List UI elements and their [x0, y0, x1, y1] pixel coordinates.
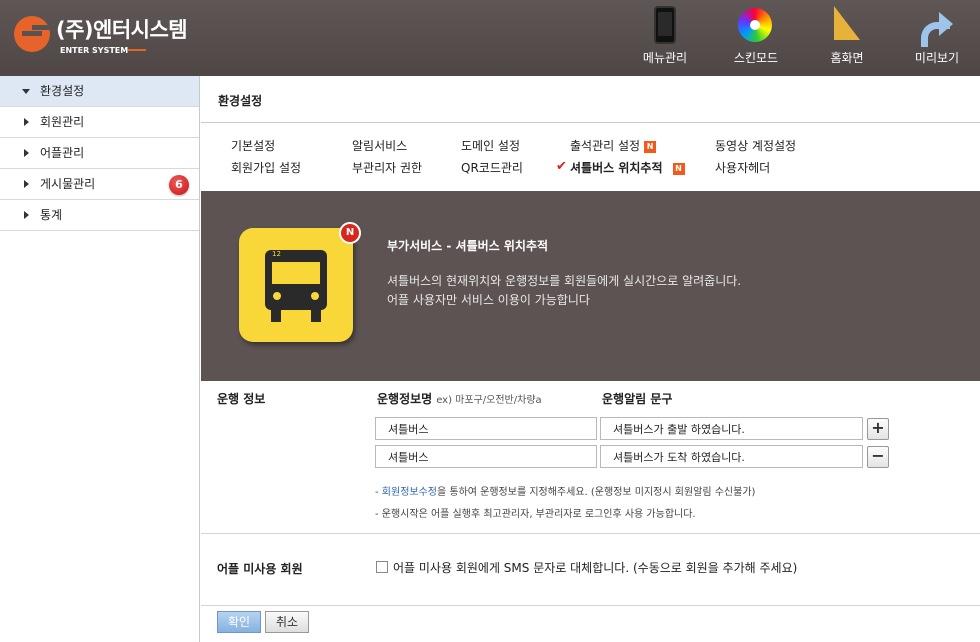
sidebar-item-label: 게시물관리	[40, 177, 96, 191]
run-info-note: - 운행시작은 어플 실행후 최고관리자, 부관리자로 로그인후 사용 가능합니…	[375, 509, 696, 520]
add-row-button[interactable]: +	[867, 418, 889, 440]
run-message-header: 운행알림 문구	[602, 392, 673, 406]
member-info-edit-link[interactable]: 회원정보수정	[382, 487, 437, 498]
skin-mode-label: 스킨모드	[733, 51, 779, 65]
sidebar-item-members[interactable]: 회원관리	[0, 107, 199, 138]
menu-manage-label: 메뉴관리	[642, 51, 688, 65]
sidebar-item-apps[interactable]: 어플관리	[0, 138, 199, 169]
arrow-forward-icon	[919, 6, 955, 47]
ruler-triangle-icon	[834, 6, 860, 40]
chevron-right-icon	[24, 118, 29, 126]
sms-replace-checkbox[interactable]	[376, 561, 388, 573]
tab-label: 셔틀버스 위치추적	[570, 161, 663, 175]
sidebar-item-settings[interactable]: 환경설정	[0, 76, 199, 107]
tab-sub-admin[interactable]: 부관리자 권한	[352, 159, 422, 176]
run-name-hint: ex) 마포구/오전반/차량a	[436, 395, 542, 406]
tab-video-account[interactable]: 동영상 계정설정	[715, 137, 796, 154]
new-badge: N	[644, 141, 657, 153]
logo[interactable]: (주)엔터시스템 ENTER SYSTEM	[14, 14, 214, 64]
run-info-note: - 회원정보수정을 통하여 운행정보를 지정해주세요. (운행정보 미지정시 회…	[375, 483, 755, 498]
bus-number: 12	[272, 250, 281, 258]
preview-button[interactable]: 미리보기	[902, 0, 972, 76]
chevron-right-icon	[24, 211, 29, 219]
page-title: 환경설정	[218, 94, 263, 108]
run-message-input[interactable]	[600, 417, 863, 440]
tab-signup-settings[interactable]: 회원가입 설정	[231, 159, 301, 176]
divider	[201, 605, 980, 606]
note-prefix: -	[375, 487, 382, 498]
skin-mode-button[interactable]: 스킨모드	[721, 0, 791, 76]
bus-wheel	[311, 310, 321, 322]
main-content: 환경설정 기본설정 알림서비스 도메인 설정 출석관리 설정 N 동영상 계정설정…	[201, 76, 980, 642]
sidebar-item-label: 회원관리	[40, 115, 85, 129]
divider	[201, 533, 980, 534]
sidebar-item-stats[interactable]: 통계	[0, 200, 199, 231]
color-wheel-icon	[738, 8, 772, 42]
tab-user-header[interactable]: 사용자헤더	[715, 159, 770, 176]
menu-manage-button[interactable]: 메뉴관리	[630, 0, 700, 76]
run-message-input[interactable]	[600, 445, 863, 468]
non-app-member-label: 어플 미사용 회원	[217, 562, 303, 576]
tab-shuttle-tracking[interactable]: ✔ 셔틀버스 위치추적 N	[556, 159, 685, 176]
banner-description: 셔틀버스의 현재위치와 운행정보를 회원들에게 실시간으로 알려줍니다.	[387, 274, 742, 288]
sidebar-item-label: 통계	[40, 208, 63, 222]
bus-headlight	[273, 292, 281, 300]
tab-attendance-settings[interactable]: 출석관리 설정 N	[570, 137, 657, 154]
bus-icon: 12	[265, 250, 327, 310]
banner-title: 부가서비스 - 셔틀버스 위치추적	[387, 239, 549, 253]
sidebar: 환경설정 회원관리 어플관리 게시물관리 6 통계	[0, 76, 200, 642]
new-mark-badge: N	[339, 222, 361, 244]
new-badge: N	[672, 163, 685, 175]
logo-title: (주)엔터시스템	[56, 18, 188, 42]
settings-tabs: 기본설정 알림서비스 도메인 설정 출석관리 설정 N 동영상 계정설정 회원가입…	[201, 123, 980, 191]
top-header: (주)엔터시스템 ENTER SYSTEM 메뉴관리 스킨모드 홈화면 미리보기	[0, 0, 980, 76]
bus-window	[272, 262, 320, 284]
chevron-down-icon	[22, 89, 30, 94]
run-name-header: 운행정보명 ex) 마포구/오전반/차량a	[377, 390, 542, 407]
sidebar-item-label: 어플관리	[40, 146, 85, 160]
service-banner: 12 N 부가서비스 - 셔틀버스 위치추적 셔틀버스의 현재위치와 운행정보를…	[201, 191, 980, 381]
run-name-title: 운행정보명	[377, 392, 433, 406]
logo-mark-icon	[14, 16, 50, 52]
cancel-button[interactable]: 취소	[265, 611, 309, 633]
sidebar-item-label: 환경설정	[40, 84, 85, 98]
home-screen-label: 홈화면	[830, 51, 864, 65]
confirm-button[interactable]: 확인	[217, 611, 261, 633]
preview-label: 미리보기	[914, 51, 960, 65]
notification-count-badge: 6	[169, 175, 189, 195]
note-suffix: 을 통하여 운행정보를 지정해주세요. (운행정보 미지정시 회원알림 수신불가…	[437, 487, 756, 498]
bus-headlight	[311, 292, 319, 300]
sidebar-item-posts[interactable]: 게시물관리 6	[0, 169, 199, 200]
banner-description: 어플 사용자만 서비스 이용이 가능합니다	[387, 293, 590, 307]
run-name-input[interactable]	[375, 417, 597, 440]
run-info-label: 운행 정보	[217, 392, 266, 406]
checkmark-icon: ✔	[556, 159, 567, 174]
home-screen-button[interactable]: 홈화면	[812, 0, 882, 76]
tab-qr-code[interactable]: QR코드관리	[461, 159, 523, 176]
logo-subtitle: ENTER SYSTEM	[60, 46, 129, 55]
logo-arrow-icon	[128, 49, 146, 51]
sms-replace-text: 어플 미사용 회원에게 SMS 문자로 대체합니다. (수동으로 회원을 추가해…	[393, 561, 798, 575]
phone-icon	[654, 6, 676, 44]
chevron-right-icon	[24, 149, 29, 157]
run-name-input[interactable]	[375, 445, 597, 468]
tab-basic-settings[interactable]: 기본설정	[231, 137, 275, 154]
tab-label: 출석관리 설정	[570, 139, 641, 153]
tab-notification-service[interactable]: 알림서비스	[352, 137, 407, 154]
bus-wheel	[271, 310, 281, 322]
shuttle-bus-app-icon: 12	[239, 228, 353, 342]
remove-row-button[interactable]: −	[867, 446, 889, 468]
chevron-right-icon	[24, 180, 29, 188]
tab-domain-settings[interactable]: 도메인 설정	[461, 137, 520, 154]
